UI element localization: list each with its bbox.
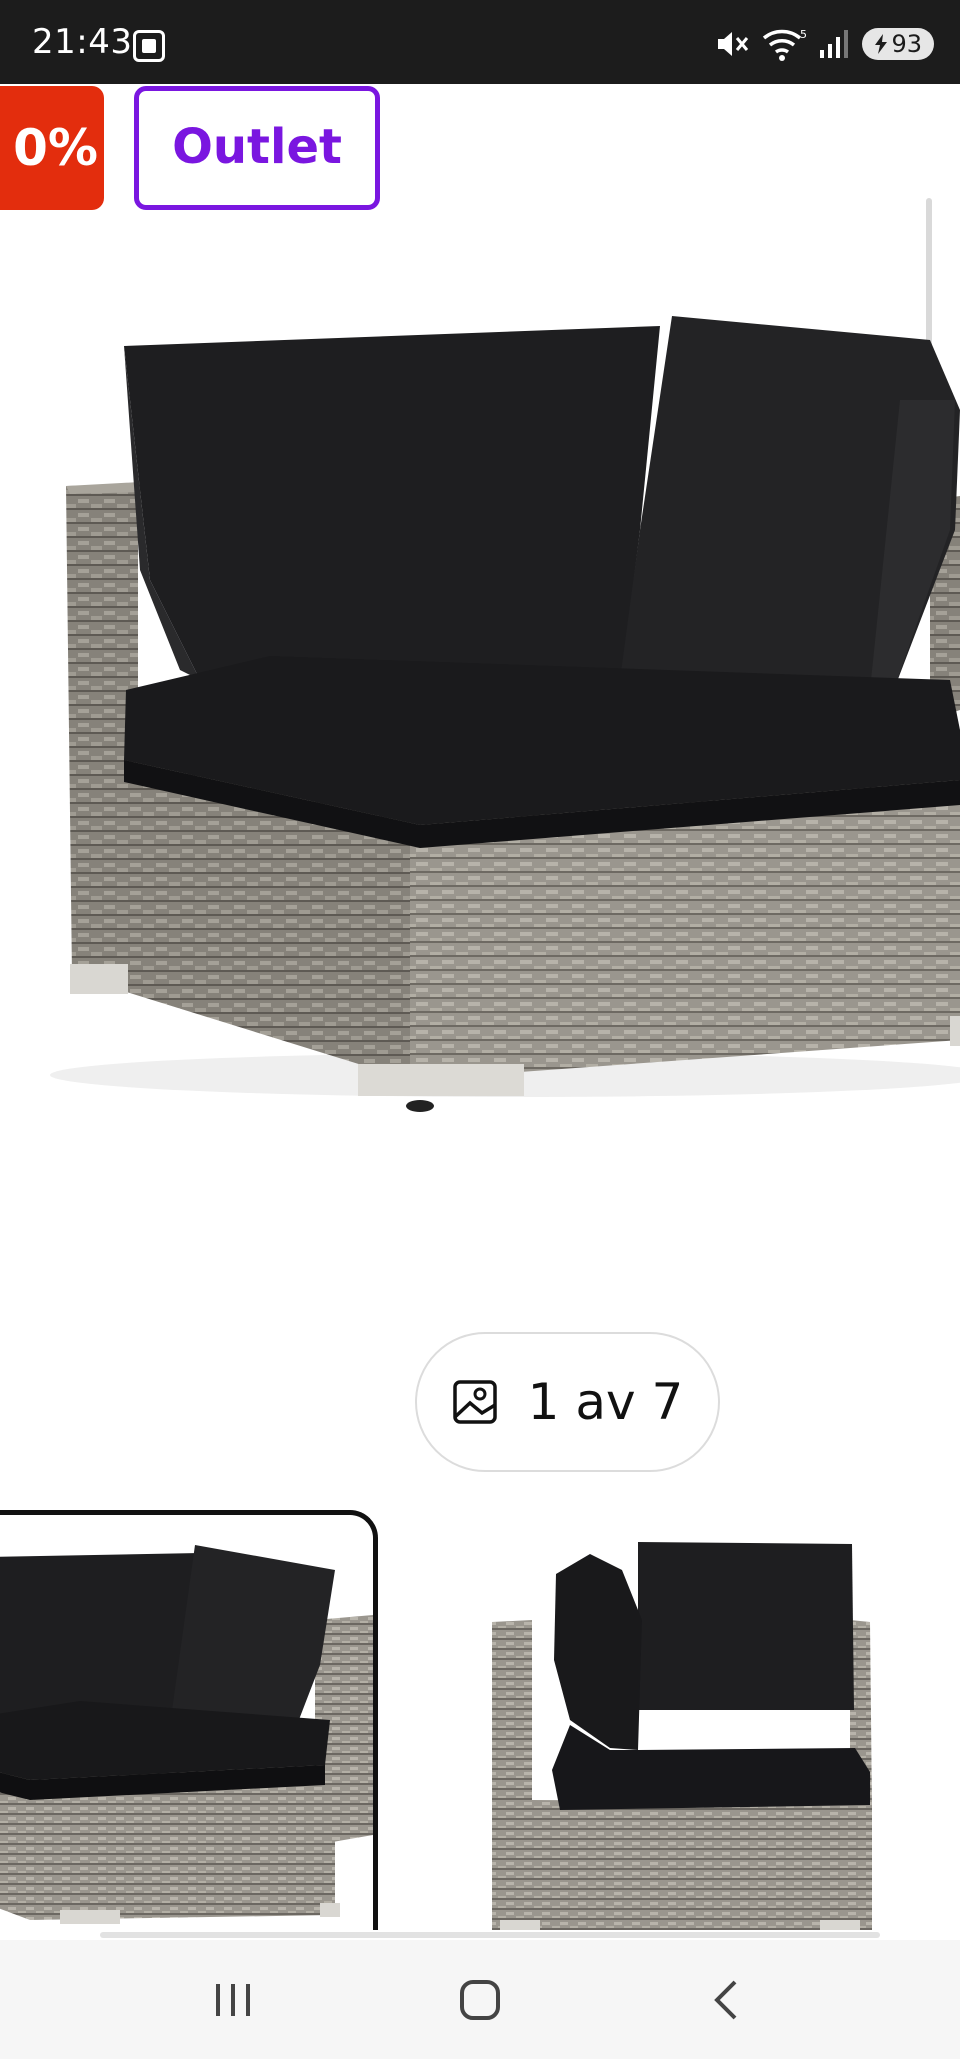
mute-icon — [718, 32, 749, 56]
home-icon — [459, 1979, 500, 2020]
signal-icon — [820, 30, 849, 58]
wifi-label: 5 — [800, 28, 806, 41]
recents-icon — [216, 1983, 251, 2016]
navigation-bar — [0, 1940, 960, 2059]
horizontal-scrollbar[interactable] — [100, 1932, 880, 1938]
status-bar: 21:43 5 93 — [0, 0, 960, 84]
image-icon — [452, 1380, 497, 1424]
recents-button[interactable] — [183, 1960, 283, 2040]
product-main-image[interactable] — [0, 300, 960, 1160]
screenshot-icon — [133, 30, 165, 62]
charging-bolt-icon — [875, 34, 888, 54]
back-button[interactable] — [677, 1960, 777, 2040]
outlet-badge: Outlet — [134, 86, 380, 210]
back-icon — [713, 1980, 737, 2019]
image-counter-text: 1 av 7 — [527, 1373, 684, 1431]
status-icons: 5 93 — [714, 24, 934, 64]
battery-level: 93 — [891, 30, 922, 58]
home-button[interactable] — [430, 1960, 530, 2040]
discount-badge: 0% — [0, 86, 104, 210]
status-time: 21:43 — [32, 22, 133, 62]
thumbnail-1[interactable] — [0, 1510, 378, 1930]
thumbnail-2-image — [492, 1542, 872, 1930]
wifi-icon: 5 — [763, 28, 806, 61]
image-counter[interactable]: 1 av 7 — [415, 1332, 720, 1472]
thumbnail-1-image — [0, 1545, 373, 1924]
thumbnail-2[interactable] — [470, 1510, 890, 1930]
battery-icon: 93 — [862, 28, 934, 60]
